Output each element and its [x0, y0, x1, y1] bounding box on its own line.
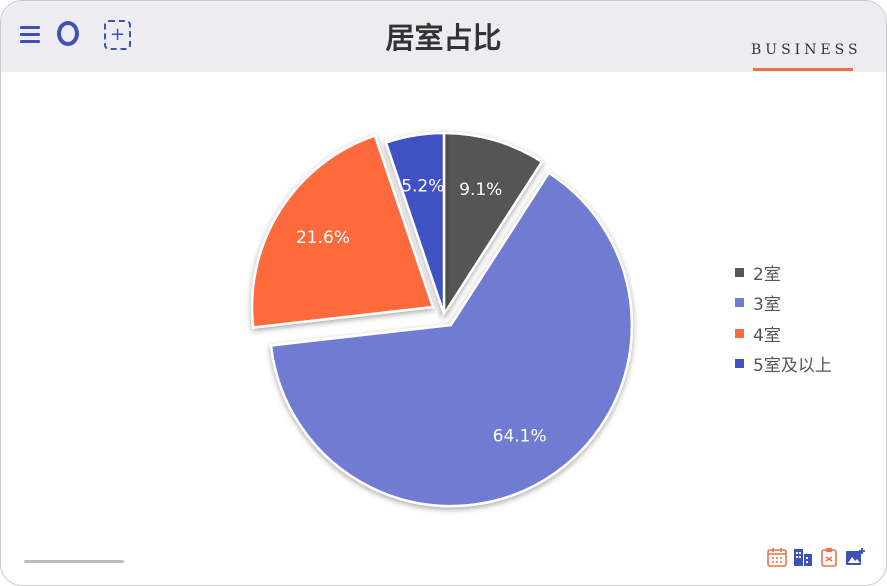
legend-item-4[interactable]: 5室及以上: [735, 349, 832, 380]
legend-swatch: [735, 328, 744, 338]
legend-swatch: [735, 359, 744, 369]
chart-card: + 居室占比 BUSINESS 9.1% 64.1% 21.6% 5.2% 2室 3室 4…: [0, 0, 887, 586]
clipboard-icon[interactable]: [818, 546, 840, 568]
legend-swatch: [735, 298, 744, 308]
legend-label: 5室及以上: [753, 356, 832, 377]
legend-item-1[interactable]: 2室: [735, 257, 832, 288]
toolbar: [766, 546, 870, 568]
slice-label-3: 21.6%: [296, 228, 350, 248]
scrollbar[interactable]: [24, 560, 124, 563]
slice-label-2: 64.1%: [493, 427, 547, 447]
legend-label: 2室: [753, 264, 781, 285]
building-icon[interactable]: [792, 546, 814, 568]
legend-item-3[interactable]: 4室: [735, 318, 832, 349]
legend-item-2[interactable]: 3室: [735, 288, 832, 319]
legend-label: 4室: [753, 325, 781, 346]
chart-legend: 2室 3室 4室 5室及以上: [735, 257, 832, 379]
legend-label: 3室: [753, 295, 781, 316]
image-add-icon[interactable]: [844, 546, 866, 568]
slice-label-1: 9.1%: [459, 180, 502, 200]
slice-label-4: 5.2%: [401, 176, 444, 196]
calendar-icon[interactable]: [766, 546, 788, 568]
legend-swatch: [735, 267, 744, 277]
